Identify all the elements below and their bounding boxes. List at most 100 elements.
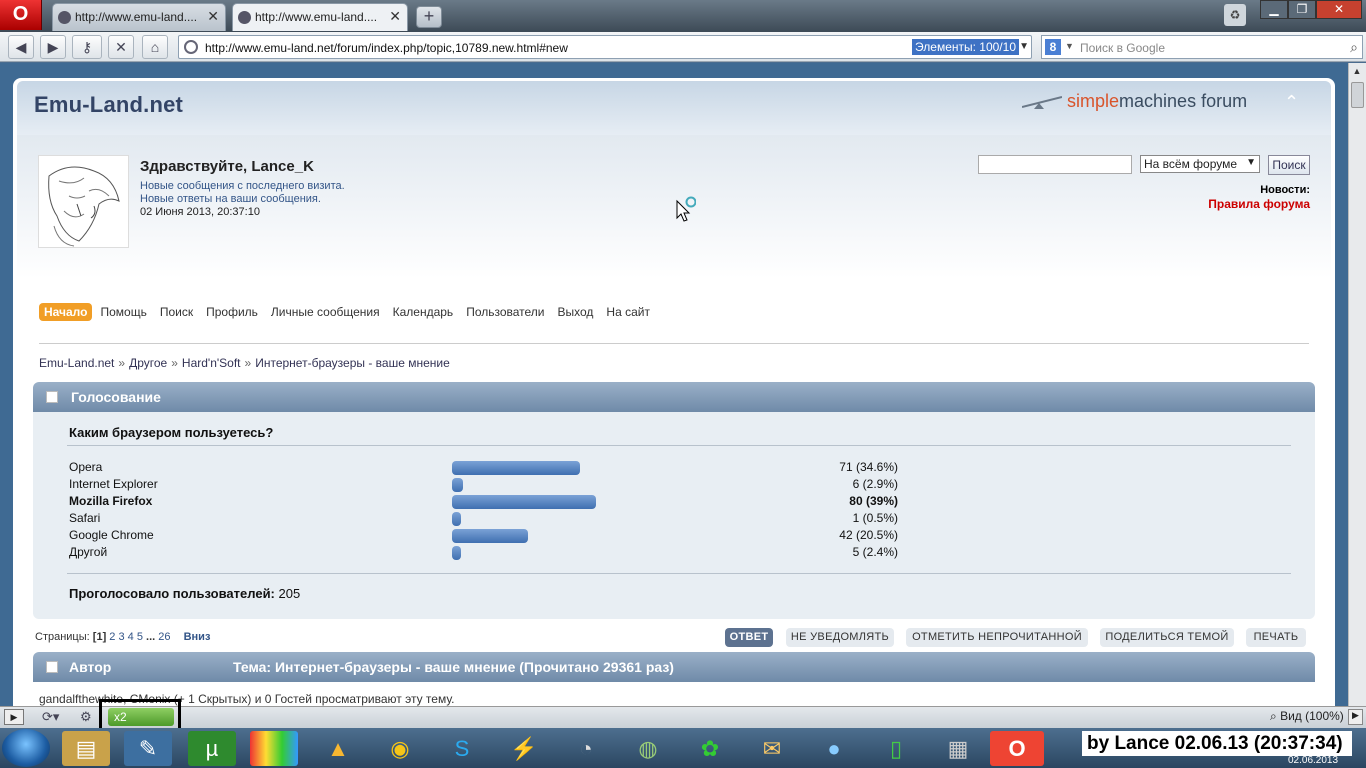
- browser-tab-active[interactable]: http://www.emu-land.... ✕: [232, 3, 408, 31]
- smf-logo[interactable]: simplemachines forum: [1021, 91, 1247, 112]
- page-link[interactable]: 2: [109, 631, 115, 643]
- close-window-button[interactable]: ✕: [1316, 0, 1362, 19]
- breadcrumb-item[interactable]: Hard'n'Soft: [182, 356, 241, 370]
- opera-menu-button[interactable]: O: [0, 0, 42, 30]
- search-field[interactable]: 8 ▼ Поиск в Google ⌕: [1041, 35, 1363, 59]
- zoom-level: Вид (100%): [1280, 709, 1344, 723]
- calculator-icon[interactable]: ▦: [934, 731, 982, 766]
- poll-option-value: 71 (34.6%): [839, 460, 898, 474]
- nav-item-users[interactable]: Пользователи: [461, 303, 549, 321]
- document-icon[interactable]: ▯: [872, 731, 920, 766]
- divider: [39, 343, 1309, 344]
- address-bar[interactable]: http://www.emu-land.net/forum/index.php/…: [178, 35, 1032, 59]
- browser-tab[interactable]: http://www.emu-land.... ✕: [52, 3, 226, 31]
- minimize-button[interactable]: ▁: [1260, 0, 1288, 19]
- nav-item-logout[interactable]: Выход: [553, 303, 599, 321]
- page-link[interactable]: 5: [137, 631, 143, 643]
- busy-cursor-icon: [676, 196, 696, 222]
- chevron-down-icon[interactable]: ▼: [1019, 41, 1029, 52]
- icq-icon[interactable]: ✿: [686, 731, 734, 766]
- stop-button[interactable]: ✕: [108, 35, 134, 59]
- flash-icon[interactable]: ⚡: [500, 731, 548, 766]
- reply-button[interactable]: ОТВЕТ: [725, 628, 773, 647]
- google-icon[interactable]: 8: [1045, 39, 1061, 55]
- sync-icon[interactable]: ⟳▾: [42, 709, 59, 725]
- poll-option-bar: [452, 461, 580, 475]
- nav-item-site[interactable]: На сайт: [601, 303, 655, 321]
- tab-close-icon[interactable]: ✕: [389, 8, 401, 25]
- home-button[interactable]: ⌂: [142, 35, 168, 59]
- page-link[interactable]: 26: [158, 631, 170, 643]
- skype-icon[interactable]: S: [438, 731, 486, 766]
- chrome-icon[interactable]: ◉: [376, 731, 424, 766]
- poll-option-value: 1 (0.5%): [852, 511, 898, 525]
- panel-toggle-icon[interactable]: ▶: [4, 709, 24, 725]
- share-topic-button[interactable]: ПОДЕЛИТЬСЯ ТЕМОЙ: [1100, 628, 1234, 647]
- mark-unread-button[interactable]: ОТМЕТИТЬ НЕПРОЧИТАННОЙ: [906, 628, 1088, 647]
- wand-key-button[interactable]: ⚷: [72, 35, 102, 59]
- scroll-thumb[interactable]: [1351, 82, 1364, 108]
- forum-rules-link[interactable]: Правила форума: [1150, 197, 1310, 211]
- breadcrumb-item[interactable]: Интернет-браузеры - ваше мнение: [255, 356, 450, 370]
- address-text[interactable]: http://www.emu-land.net/forum/index.php/…: [205, 41, 568, 55]
- mail-icon[interactable]: ✉: [748, 731, 796, 766]
- tor-icon[interactable]: ◍: [624, 731, 672, 766]
- vertical-scrollbar[interactable]: [1348, 63, 1366, 706]
- main-nav: Начало Помощь Поиск Профиль Личные сообщения…: [39, 303, 658, 323]
- forum-search-input[interactable]: [978, 155, 1132, 174]
- new-replies-link[interactable]: Новые ответы на ваши сообщения.: [140, 193, 321, 205]
- tab-close-icon[interactable]: ✕: [207, 8, 219, 25]
- opera-taskbar-icon[interactable]: O: [990, 731, 1044, 766]
- go-down-link[interactable]: Вниз: [184, 631, 211, 643]
- nav-item-home[interactable]: Начало: [39, 303, 93, 321]
- unnotify-button[interactable]: НЕ УВЕДОМЛЯТЬ: [786, 628, 894, 647]
- nav-item-help[interactable]: Помощь: [95, 303, 151, 321]
- nav-item-search[interactable]: Поиск: [155, 303, 198, 321]
- back-button[interactable]: ◀: [8, 35, 34, 59]
- nav-item-profile[interactable]: Профиль: [201, 303, 263, 321]
- nav-item-messages[interactable]: Личные сообщения: [266, 303, 385, 321]
- trash-icon[interactable]: ♻: [1224, 4, 1246, 26]
- breadcrumb-item[interactable]: Emu-Land.net: [39, 356, 114, 370]
- statusbar-arrow-icon[interactable]: ▶: [1348, 709, 1363, 725]
- aimp-icon[interactable]: ▲: [314, 731, 362, 766]
- globe-app-icon[interactable]: ●: [810, 731, 858, 766]
- search-scope-select[interactable]: На всём форуме ▼: [1140, 155, 1260, 173]
- new-tab-button[interactable]: +: [416, 6, 442, 28]
- maximize-button[interactable]: ❐: [1288, 0, 1316, 19]
- unite-icon[interactable]: ⚙: [80, 709, 92, 725]
- pagination-label: Страницы:: [35, 631, 90, 643]
- scroll-up-icon[interactable]: ▲: [1350, 66, 1364, 80]
- clock-app-icon[interactable]: ◔: [562, 731, 610, 766]
- forward-button[interactable]: ▶: [40, 35, 66, 59]
- page-link[interactable]: 3: [118, 631, 124, 643]
- topic-title: Тема: Интернет-браузеры - ваше мнение (П…: [233, 659, 674, 675]
- color-app-icon[interactable]: [250, 731, 298, 766]
- topic-header: Автор Тема: Интернет-браузеры - ваше мне…: [33, 652, 1315, 682]
- chevron-down-icon[interactable]: ▼: [1065, 41, 1074, 51]
- paint-icon[interactable]: ✎: [124, 731, 172, 766]
- tab-favicon-icon: [58, 11, 71, 24]
- utorrent-icon[interactable]: µ: [188, 731, 236, 766]
- nav-item-calendar[interactable]: Календарь: [388, 303, 459, 321]
- site-title[interactable]: Emu-Land.net: [34, 92, 183, 118]
- print-button[interactable]: ПЕЧАТЬ: [1246, 628, 1306, 647]
- avatar: [38, 155, 129, 248]
- start-button[interactable]: [2, 729, 50, 767]
- tab-favicon-icon: [238, 11, 251, 24]
- explorer-icon[interactable]: ▤: [62, 731, 110, 766]
- search-button[interactable]: Поиск: [1268, 155, 1310, 175]
- new-posts-link[interactable]: Новые сообщения с последнего визита.: [140, 180, 345, 192]
- page-link[interactable]: 4: [128, 631, 134, 643]
- search-icon[interactable]: ⌕: [1350, 39, 1358, 56]
- collapse-header-icon[interactable]: ⌃: [1284, 92, 1299, 113]
- tab-title: http://www.emu-land....: [255, 10, 378, 24]
- breadcrumb-item[interactable]: Другое: [129, 356, 167, 370]
- search-placeholder: Поиск в Google: [1080, 41, 1165, 55]
- greeting: Здравствуйте, Lance_K: [140, 158, 314, 175]
- poll-header: Голосование: [33, 382, 1315, 412]
- zoom-control[interactable]: ⌕ Вид (100%): [1270, 709, 1344, 724]
- poll-option-label: Safari: [69, 511, 101, 525]
- news-label: Новости:: [1260, 184, 1310, 196]
- poll-total-label: Проголосовало пользователей:: [69, 586, 275, 601]
